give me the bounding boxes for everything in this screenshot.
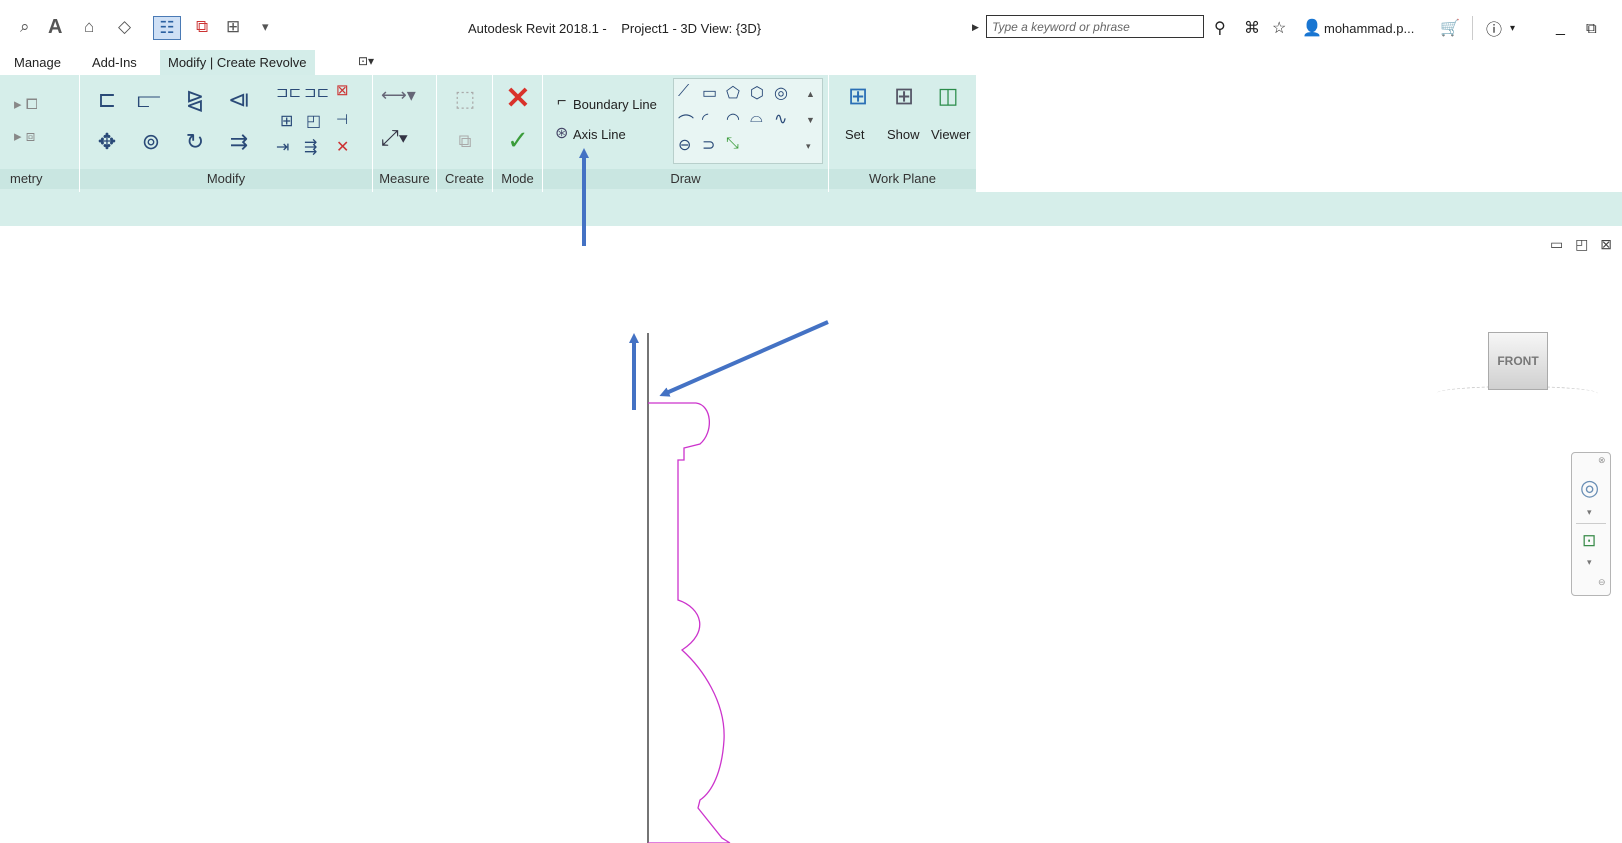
annotation-arrow-diagonal [659,320,829,397]
sketch-overlay [579,148,829,843]
boundary-profile[interactable] [648,402,731,843]
